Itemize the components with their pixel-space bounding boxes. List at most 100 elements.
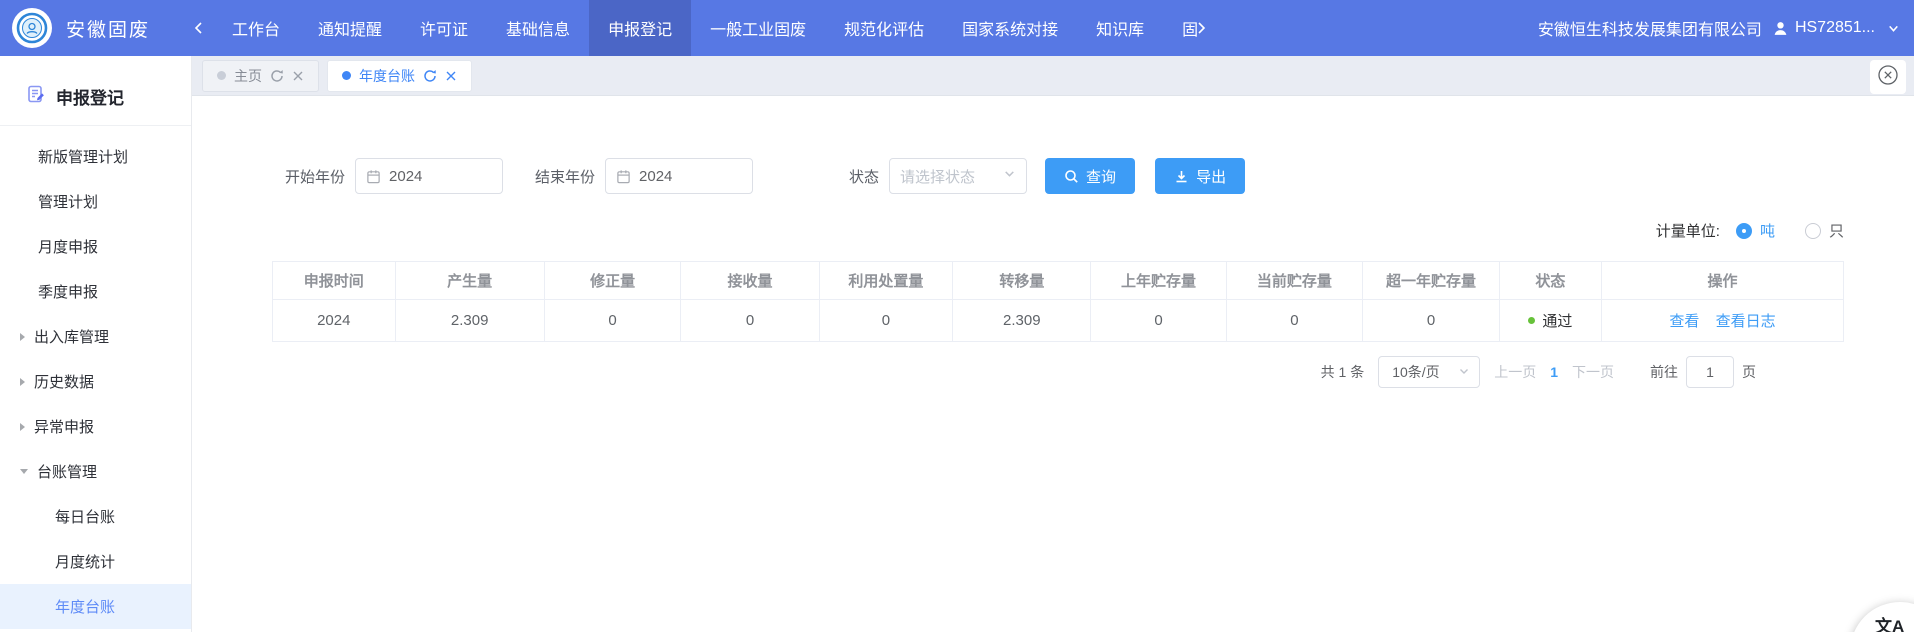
next-page-button[interactable]: 下一页	[1572, 362, 1614, 382]
search-icon	[1064, 169, 1079, 184]
sidebar-item-management-plan[interactable]: 管理计划	[0, 179, 191, 224]
brand-title: 安徽固废	[66, 15, 166, 42]
view-log-link[interactable]: 查看日志	[1716, 313, 1776, 330]
sidebar-item-monthly-declaration[interactable]: 月度申报	[0, 224, 191, 269]
document-edit-icon	[26, 84, 46, 109]
col-status: 状态	[1499, 262, 1601, 300]
cell-over-year-storage: 0	[1363, 300, 1500, 342]
tab-status-dot	[342, 71, 351, 80]
cell-utilized-disposed: 0	[819, 300, 953, 342]
close-icon[interactable]	[292, 70, 304, 82]
nav-item-basic-info[interactable]: 基础信息	[487, 0, 589, 56]
refresh-icon[interactable]	[270, 69, 284, 83]
sidebar-item-label: 异常申报	[34, 416, 94, 437]
status-label: 状态	[849, 166, 879, 187]
refresh-icon[interactable]	[423, 69, 437, 83]
col-current-storage: 当前贮存量	[1226, 262, 1363, 300]
sidebar-item-abnormal-declaration[interactable]: 异常申报	[0, 404, 191, 449]
sidebar-collapse-chevron-left-icon[interactable]	[192, 20, 205, 36]
end-year-field[interactable]	[639, 168, 742, 185]
sidebar-item-label: 台账管理	[37, 461, 97, 482]
tab-home[interactable]: 主页	[202, 60, 319, 92]
nav-item-national-system[interactable]: 国家系统对接	[943, 0, 1077, 56]
caret-right-icon	[20, 378, 25, 386]
main-area: 主页 年度台账	[192, 56, 1914, 632]
col-transferred: 转移量	[953, 262, 1091, 300]
export-button[interactable]: 导出	[1155, 158, 1245, 194]
search-button-label: 查询	[1086, 166, 1116, 187]
sidebar-item-monthly-statistics[interactable]: 月度统计	[0, 539, 191, 584]
cell-corrected: 0	[544, 300, 681, 342]
tab-status-dot	[217, 71, 226, 80]
end-year-label: 结束年份	[535, 166, 595, 187]
caret-down-icon	[20, 469, 28, 474]
nav-item-notifications[interactable]: 通知提醒	[299, 0, 401, 56]
unit-label: 计量单位:	[1656, 220, 1720, 241]
start-year-field[interactable]	[389, 168, 492, 185]
table-header-row: 申报时间 产生量 修正量 接收量 利用处置量 转移量 上年贮存量 当前贮存量 超…	[273, 262, 1844, 300]
radio-unchecked-icon	[1805, 223, 1821, 239]
top-nav: 安徽固废 工作台 通知提醒 许可证 基础信息 申报登记 一般工业固废 规范化评估…	[0, 0, 1914, 56]
nav-item-knowledge-base[interactable]: 知识库	[1077, 0, 1163, 56]
view-link[interactable]: 查看	[1669, 313, 1699, 330]
tab-annual-ledger[interactable]: 年度台账	[327, 60, 472, 92]
status-select[interactable]: 请选择状态	[889, 158, 1027, 194]
nav-item-standard-evaluation[interactable]: 规范化评估	[825, 0, 943, 56]
sidebar-item-inout-warehouse[interactable]: 出入库管理	[0, 314, 191, 359]
sidebar-item-new-management-plan[interactable]: 新版管理计划	[0, 134, 191, 179]
sidebar-item-annual-ledger[interactable]: 年度台账	[0, 584, 191, 629]
username[interactable]: HS72851...	[1795, 19, 1875, 37]
download-icon	[1174, 169, 1189, 184]
nav-item-waste-transfer[interactable]: 固废转	[1163, 0, 1198, 56]
nav-menu: 工作台 通知提醒 许可证 基础信息 申报登记 一般工业固废 规范化评估 国家系统…	[213, 0, 1198, 56]
nav-item-general-industrial-waste[interactable]: 一般工业固废	[691, 0, 825, 56]
pagination-total: 共 1 条	[1321, 362, 1365, 382]
nav-item-license[interactable]: 许可证	[401, 0, 487, 56]
sidebar-divider	[0, 125, 191, 126]
page-number-1[interactable]: 1	[1550, 364, 1558, 380]
cell-generated: 2.309	[395, 300, 544, 342]
status-dot-icon	[1528, 317, 1535, 324]
table-row: 2024 2.309 0 0 0 2.309 0 0 0 通过	[273, 300, 1844, 342]
cell-transferred: 2.309	[953, 300, 1091, 342]
cell-received: 0	[681, 300, 819, 342]
nav-user-area: 安徽恒生科技发展集团有限公司 HS72851...	[1538, 16, 1914, 40]
app-logo-icon	[12, 8, 52, 48]
cell-prev-year-storage: 0	[1091, 300, 1226, 342]
sidebar-item-history-data[interactable]: 历史数据	[0, 359, 191, 404]
unit-row: 计量单位: 吨 只	[272, 220, 1844, 241]
close-all-tabs-button[interactable]	[1870, 60, 1906, 94]
nav-item-declaration[interactable]: 申报登记	[589, 0, 691, 56]
calendar-icon	[366, 169, 381, 184]
circle-close-icon	[1877, 64, 1899, 91]
company-name[interactable]: 安徽恒生科技发展集团有限公司	[1538, 16, 1762, 40]
goto-page-input[interactable]	[1686, 356, 1734, 388]
unit-radio-piece[interactable]: 只	[1805, 220, 1844, 241]
status-badge: 通过	[1542, 310, 1572, 331]
sidebar-item-daily-ledger[interactable]: 每日台账	[0, 494, 191, 539]
tab-bar: 主页 年度台账	[192, 56, 1914, 96]
nav-overflow-chevron-right-icon[interactable]	[1196, 20, 1207, 36]
nav-item-workbench[interactable]: 工作台	[213, 0, 299, 56]
close-icon[interactable]	[445, 70, 457, 82]
sidebar-item-ledger-management[interactable]: 台账管理	[0, 449, 191, 494]
translate-icon: 文A	[1875, 612, 1904, 632]
sidebar-item-label: 出入库管理	[34, 326, 109, 347]
start-year-label: 开始年份	[285, 166, 345, 187]
sidebar-item-quarterly-declaration[interactable]: 季度申报	[0, 269, 191, 314]
unit-radio-ton[interactable]: 吨	[1736, 220, 1775, 241]
tab-label: 年度台账	[359, 66, 415, 86]
content-panel: 开始年份 结束年份 状态 请选择状态	[192, 96, 1914, 632]
col-declare-time: 申报时间	[273, 262, 396, 300]
page-size-select[interactable]: 10条/页	[1378, 356, 1480, 388]
annual-ledger-table: 申报时间 产生量 修正量 接收量 利用处置量 转移量 上年贮存量 当前贮存量 超…	[272, 261, 1844, 342]
col-prev-year-storage: 上年贮存量	[1091, 262, 1226, 300]
calendar-icon	[616, 169, 631, 184]
user-menu-chevron-down-icon[interactable]	[1887, 22, 1900, 35]
prev-page-button[interactable]: 上一页	[1494, 362, 1536, 382]
start-year-input[interactable]	[355, 158, 503, 194]
end-year-input[interactable]	[605, 158, 753, 194]
status-placeholder: 请选择状态	[900, 166, 975, 187]
search-button[interactable]: 查询	[1045, 158, 1135, 194]
cell-status: 通过	[1499, 300, 1601, 342]
